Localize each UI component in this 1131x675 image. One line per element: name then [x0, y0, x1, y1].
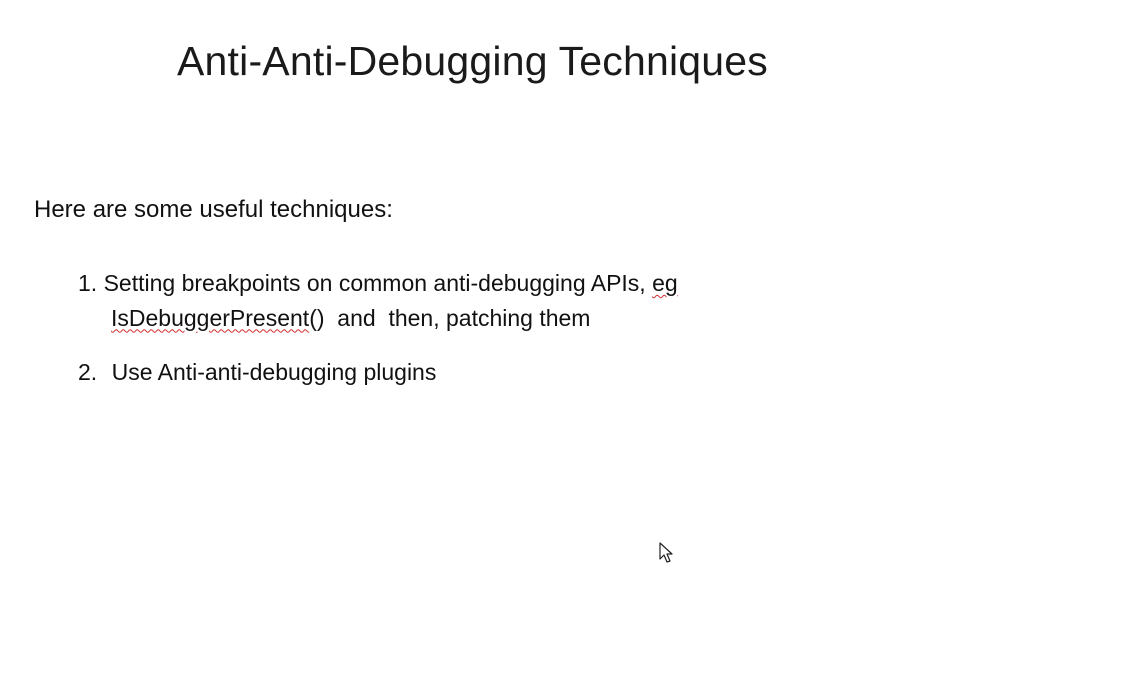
spellcheck-flagged-word: eg [652, 270, 678, 296]
technique-list: 1. Setting breakpoints on common anti-de… [78, 266, 678, 390]
spellcheck-flagged-word: IsDebuggerPresent [111, 304, 310, 331]
list-item: 1. Setting breakpoints on common anti-de… [78, 266, 678, 335]
mouse-pointer-icon [659, 542, 673, 563]
list-item-text: Use Anti-anti-debugging plugins [111, 359, 437, 385]
list-item-text: Setting breakpoints on common anti-debug… [103, 270, 646, 296]
intro-text: Here are some useful techniques: [34, 196, 393, 223]
list-item-number: 2. [78, 359, 98, 385]
list-item-number: 1. [78, 270, 98, 296]
list-item-text: () and then, patching them [309, 304, 591, 331]
list-item-continuation: IsDebuggerPresent() and then, patching t… [78, 301, 678, 336]
slide: Anti-Anti-Debugging Techniques Here are … [0, 0, 1131, 675]
list-item: 2. Use Anti-anti-debugging plugins [78, 355, 678, 390]
slide-title: Anti-Anti-Debugging Techniques [177, 38, 769, 84]
